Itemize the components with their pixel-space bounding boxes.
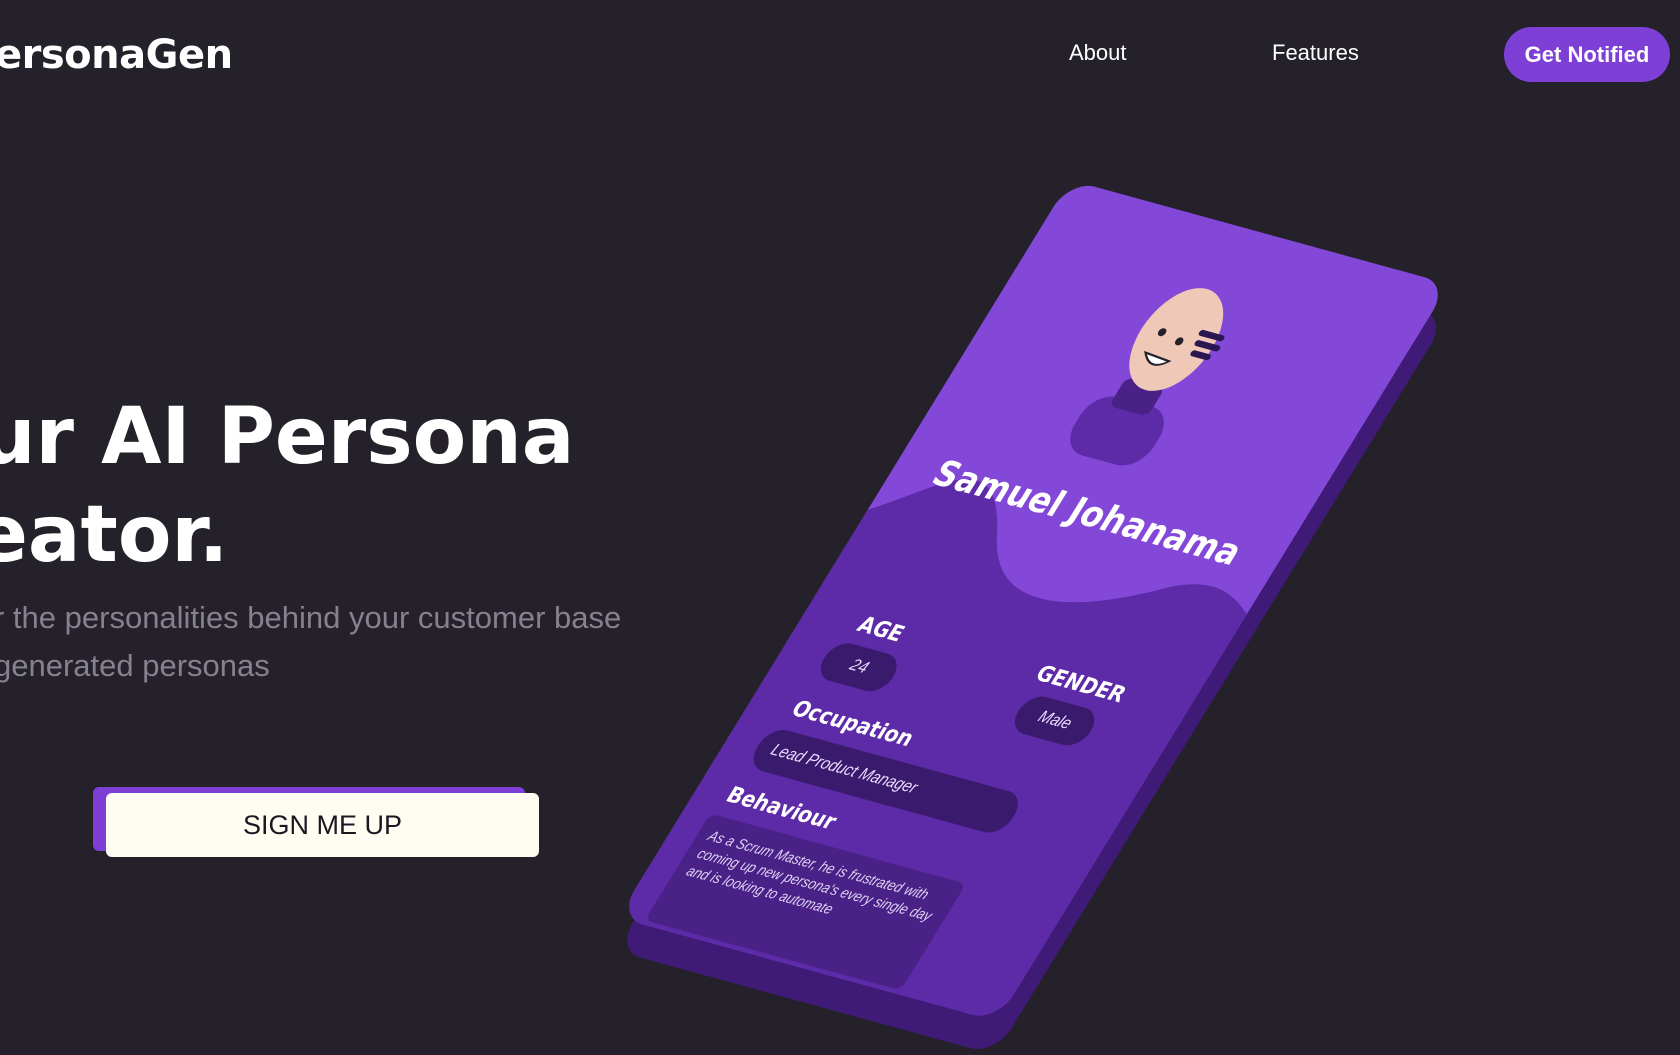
hero-subtitle-line-2: generated personas [0,648,270,683]
logo[interactable]: ersonaGen [0,32,233,78]
persona-card-illustration: Samuel Johanama AGE 24 GENDER Male Occup… [615,180,1450,1055]
hero-title: ur AI Persona eator. [0,388,574,584]
nav-about-link[interactable]: About [1069,40,1127,66]
signup-button-group: SIGN ME UP [93,787,539,857]
hero-title-line-2: eator. [0,490,229,580]
persona-card: Samuel Johanama AGE 24 GENDER Male Occup… [617,180,1450,1022]
get-notified-button[interactable]: Get Notified [1504,27,1670,82]
sign-me-up-button[interactable]: SIGN ME UP [106,793,539,857]
hero-subtitle: r the personalities behind your customer… [0,594,621,690]
hero-subtitle-line-1: r the personalities behind your customer… [0,600,622,635]
nav-features-link[interactable]: Features [1272,40,1359,66]
hero-title-line-1: ur AI Persona [0,392,575,482]
